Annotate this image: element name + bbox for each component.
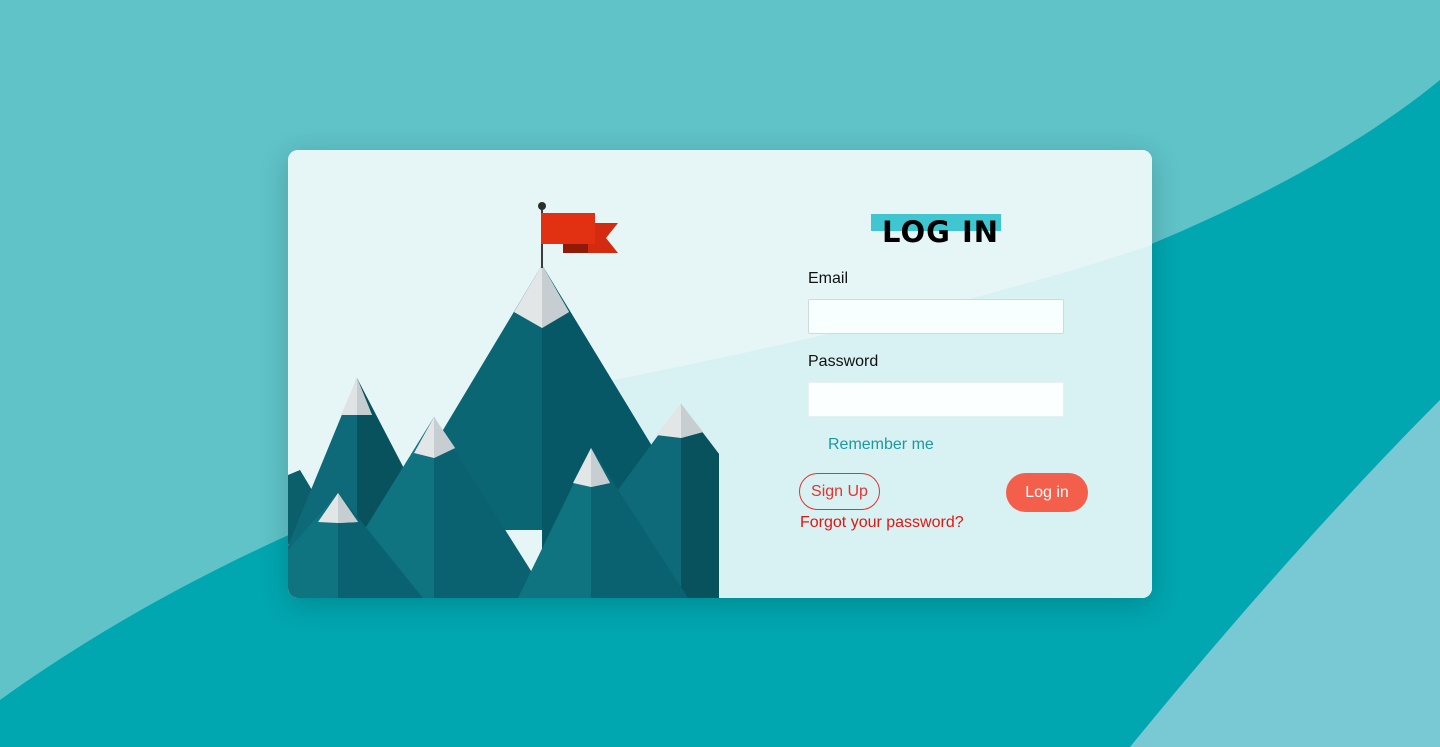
remember-me-label[interactable]: Remember me bbox=[828, 436, 934, 454]
mountain-peak-flag-icon bbox=[288, 202, 719, 598]
log-in-button[interactable]: Log in bbox=[1006, 473, 1088, 512]
email-field[interactable] bbox=[808, 299, 1064, 334]
login-title-block: LOG IN bbox=[871, 212, 1003, 252]
password-field[interactable] bbox=[808, 382, 1064, 417]
password-label: Password bbox=[808, 353, 879, 370]
login-card: LOG IN Email Password Remember me Sign U… bbox=[288, 150, 1152, 598]
forgot-password-link[interactable]: Forgot your password? bbox=[800, 514, 964, 532]
email-label: Email bbox=[808, 270, 849, 287]
login-form: LOG IN Email Password Remember me Sign U… bbox=[798, 150, 1128, 598]
sign-up-button[interactable]: Sign Up bbox=[799, 473, 880, 510]
login-title: LOG IN bbox=[882, 215, 1000, 249]
